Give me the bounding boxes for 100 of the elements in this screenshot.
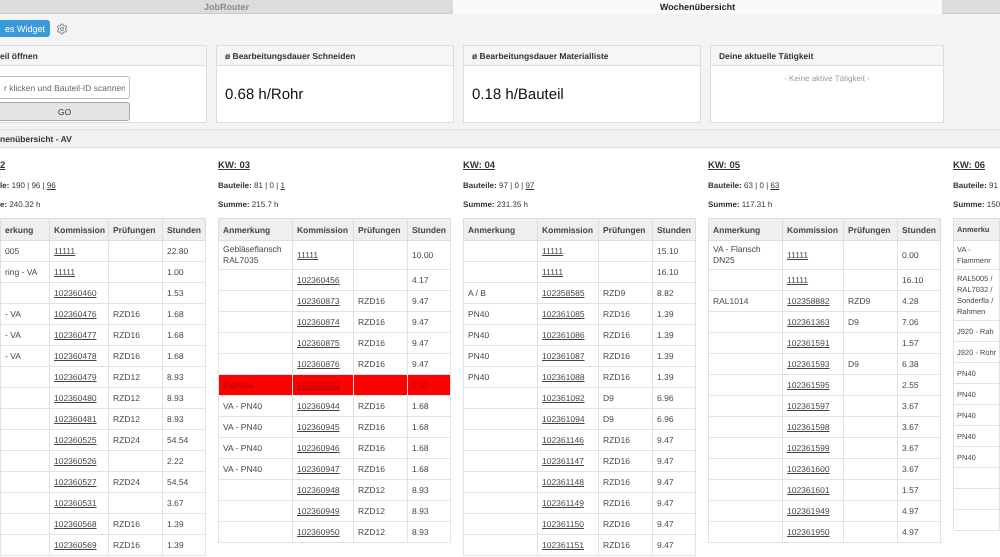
commission-link[interactable]: 102361149 — [538, 492, 598, 514]
commission-link[interactable]: 102360950 — [292, 522, 354, 542]
go-button[interactable]: GO — [0, 102, 130, 121]
table-cell: 3.67 — [898, 396, 940, 416]
table-cell — [108, 282, 162, 304]
commission-link[interactable]: 102360525 — [50, 430, 108, 450]
table-cell: RZD16 — [108, 346, 162, 366]
commission-link[interactable]: 102360946 — [292, 438, 354, 458]
commission-link[interactable]: 102361088 — [538, 366, 598, 388]
table-cell: 1.57 — [898, 480, 940, 500]
commission-link[interactable]: 102361147 — [538, 450, 598, 472]
commission-link[interactable]: 102360873 — [292, 290, 354, 312]
table-cell: VA - Flansch DN25 — [708, 240, 782, 270]
scan-input[interactable]: r klicken und Bauteil-ID scannen — [0, 76, 130, 99]
table-cell: 9.47 — [652, 430, 696, 450]
column-header: Anmerkung — [708, 218, 782, 240]
commission-link[interactable]: 11111 — [782, 240, 844, 270]
commission-link[interactable]: 102360569 — [50, 534, 108, 556]
table-cell: 6.96 — [652, 388, 696, 408]
commission-link[interactable]: 102361599 — [782, 438, 844, 458]
commission-link[interactable]: 102360944 — [292, 396, 354, 416]
commission-link[interactable]: 102361151 — [538, 534, 598, 556]
commission-link[interactable]: 102361593 — [782, 354, 844, 374]
table-cell: D9 — [598, 408, 652, 430]
commission-link[interactable]: 102361597 — [782, 396, 844, 416]
commission-link[interactable]: 11111 — [292, 240, 354, 270]
commission-link[interactable]: 102361591 — [782, 332, 844, 354]
commission-link[interactable]: 102360478 — [50, 346, 108, 366]
commission-link[interactable]: 102360477 — [50, 324, 108, 346]
commission-link[interactable]: 102360948 — [292, 480, 354, 500]
table-cell: RZD12 — [354, 522, 408, 542]
commission-link[interactable]: 102360456 — [292, 270, 354, 290]
settings-icon[interactable] — [56, 22, 68, 34]
commission-link[interactable]: 102361598 — [782, 416, 844, 438]
table-cell — [844, 522, 898, 542]
commission-link[interactable]: 102361146 — [538, 430, 598, 450]
commission-link[interactable]: 102360526 — [50, 450, 108, 472]
activity-message: - Keine aktive Tätigkeit - — [783, 73, 871, 83]
commission-link[interactable]: 102360479 — [50, 366, 108, 388]
commission-link[interactable]: 102361601 — [782, 480, 844, 500]
table-cell: RZD16 — [598, 450, 652, 472]
commission-link[interactable]: 102360527 — [50, 472, 108, 492]
column-header: Stunden — [162, 218, 206, 240]
commission-link[interactable]: 102360874 — [292, 312, 354, 332]
column-header: Anmerkung — [464, 218, 538, 240]
commission-link[interactable]: 102360947 — [292, 458, 354, 480]
commission-link[interactable]: 102358585 — [538, 282, 598, 304]
commission-link[interactable]: 102361595 — [782, 374, 844, 396]
week-title[interactable]: KW: 04 — [463, 160, 496, 171]
commission-link[interactable]: 102361363 — [782, 312, 844, 332]
table-cell — [0, 492, 50, 514]
table-cell: D9 — [598, 388, 652, 408]
week-title[interactable]: KW: 03 — [218, 160, 250, 171]
commission-link[interactable]: 102360875 — [292, 332, 354, 354]
week-title[interactable]: KW: 06 — [953, 160, 986, 171]
table-cell: 1.39 — [652, 324, 696, 346]
table-cell: 6.38 — [898, 354, 940, 374]
commission-link[interactable]: 102360476 — [50, 304, 108, 324]
commission-link[interactable]: 11111 — [538, 240, 598, 262]
commission-link[interactable]: 102360876 — [292, 354, 354, 374]
commission-link[interactable]: 102361086 — [538, 324, 598, 346]
commission-link[interactable]: 102361092 — [538, 388, 598, 408]
table-cell: RZD16 — [108, 304, 162, 324]
commission-link[interactable]: 11111 — [50, 240, 108, 262]
table-cell: RZD16 — [354, 438, 408, 458]
commission-link[interactable]: 102361085 — [538, 304, 598, 324]
commission-link[interactable]: 102360460 — [50, 282, 108, 304]
commission-link[interactable]: 102360568 — [50, 514, 108, 534]
table-cell: 2.22 — [162, 450, 206, 472]
table-cell: RAL1014 — [708, 290, 782, 312]
commission-link[interactable]: 11111 — [538, 262, 598, 282]
commission-link[interactable]: 102361600 — [782, 458, 844, 480]
tab[interactable]: Wochenübersicht — [453, 0, 942, 14]
commission-link[interactable]: 102358882 — [782, 290, 844, 312]
commission-link[interactable]: 11111 — [782, 270, 844, 290]
commission-link[interactable]: 102361949 — [782, 500, 844, 522]
commission-link[interactable]: 102361950 — [782, 522, 844, 542]
table-cell: PN40 — [464, 366, 538, 388]
commission-link[interactable]: 102361148 — [538, 472, 598, 492]
table-cell — [844, 480, 898, 500]
commission-link[interactable]: 102360531 — [50, 492, 108, 514]
commission-link[interactable]: 102361150 — [538, 514, 598, 534]
commission-link[interactable]: 102360945 — [292, 416, 354, 438]
week-title[interactable]: 2 — [0, 160, 6, 171]
commission-link[interactable]: 102361087 — [538, 346, 598, 366]
commission-link[interactable]: 102360480 — [50, 388, 108, 408]
table-cell: 16.10 — [652, 262, 696, 282]
table-cell — [0, 388, 50, 408]
table-cell: PN40 — [464, 346, 538, 366]
parts-count: le: 190 | 96 | 96 — [0, 181, 56, 190]
table-cell: RZD16 — [598, 304, 652, 324]
table-cell: RZD16 — [354, 354, 408, 374]
commission-link[interactable]: 102360481 — [50, 408, 108, 430]
commission-link[interactable]: 102361094 — [538, 408, 598, 430]
commission-link[interactable]: 102360949 — [292, 500, 354, 522]
table-cell: RZD12 — [108, 366, 162, 388]
column-header: Prüfungen — [844, 218, 898, 240]
table-cell — [844, 416, 898, 438]
commission-link[interactable]: 11111 — [50, 262, 108, 282]
week-title[interactable]: KW: 05 — [708, 160, 740, 171]
